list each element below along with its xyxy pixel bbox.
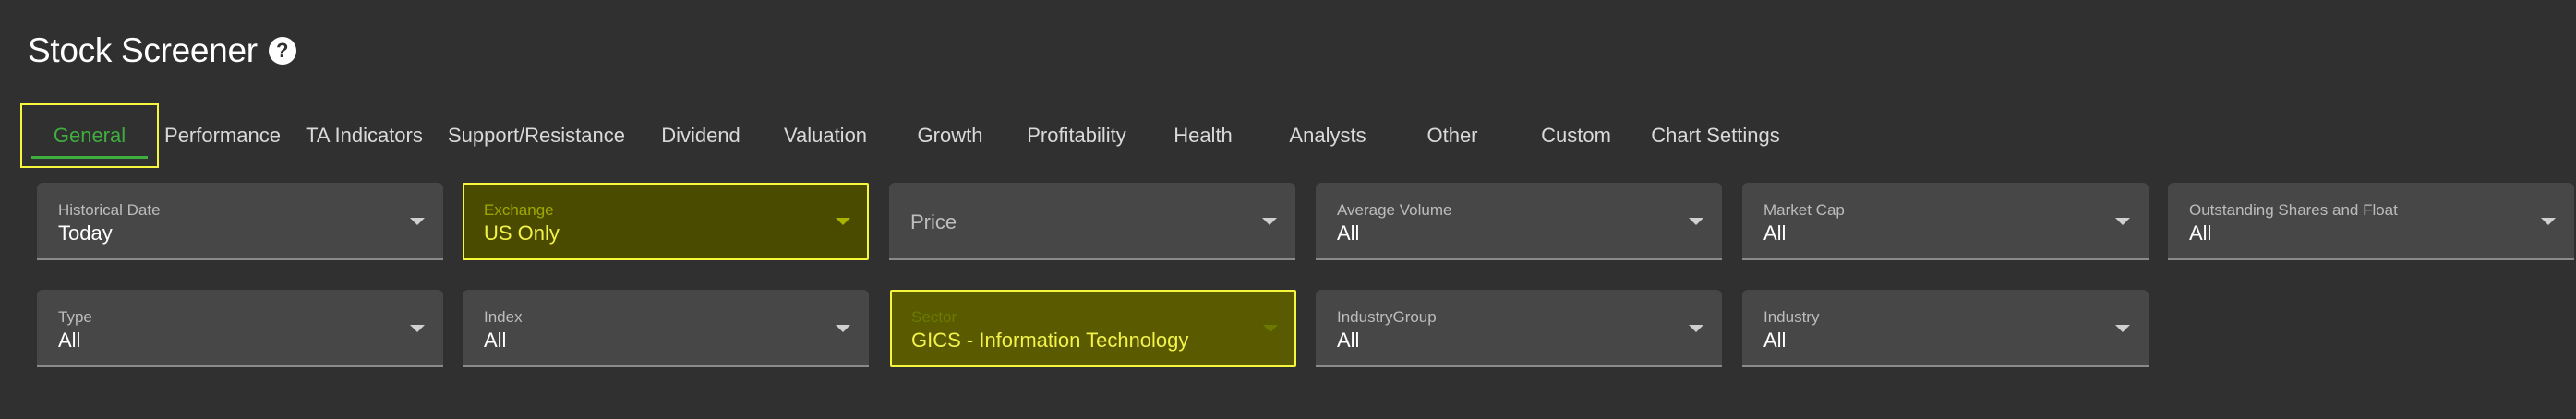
- tab-health[interactable]: Health: [1148, 103, 1258, 168]
- caret-down-icon: [2115, 325, 2130, 332]
- tab-support-resistance[interactable]: Support/Resistance: [444, 103, 629, 168]
- filter-label: Historical Date: [58, 201, 161, 219]
- caret-down-icon: [1262, 218, 1277, 225]
- industry-select[interactable]: Industry All: [1742, 290, 2149, 367]
- tab-label: Performance: [164, 124, 281, 147]
- tab-general[interactable]: General: [20, 103, 159, 168]
- filter-value: All: [484, 329, 507, 352]
- tab-chart-settings[interactable]: Chart Settings: [1643, 103, 1788, 168]
- tab-custom[interactable]: Custom: [1520, 103, 1632, 168]
- industry-group-select[interactable]: IndustryGroup All: [1316, 290, 1722, 367]
- caret-down-icon: [410, 218, 425, 225]
- filter-value: US Only: [484, 221, 560, 245]
- filter-label: Market Cap: [1763, 201, 1845, 219]
- active-tab-indicator: [31, 156, 148, 159]
- type-select[interactable]: Type All: [37, 290, 443, 367]
- filter-label: Type: [58, 308, 92, 326]
- tab-label: Support/Resistance: [448, 124, 625, 147]
- caret-down-icon: [1689, 325, 1703, 332]
- tab-label: Analysts: [1289, 124, 1366, 147]
- caret-down-icon: [1689, 218, 1703, 225]
- filter-label: Sector: [911, 308, 957, 326]
- filter-value: All: [1337, 221, 1360, 245]
- average-volume-select[interactable]: Average Volume All: [1316, 183, 1722, 260]
- tab-label: Profitability: [1027, 124, 1126, 147]
- filter-label: Average Volume: [1337, 201, 1452, 219]
- tab-label: Health: [1174, 124, 1233, 147]
- tab-label: Growth: [917, 124, 983, 147]
- tab-other[interactable]: Other: [1396, 103, 1509, 168]
- outstanding-shares-float-select[interactable]: Outstanding Shares and Float All: [2168, 183, 2574, 260]
- filter-value: GICS - Information Technology: [911, 329, 1189, 352]
- filter-value: All: [1337, 329, 1360, 352]
- caret-down-icon: [2115, 218, 2130, 225]
- help-icon[interactable]: ?: [268, 37, 296, 65]
- tab-growth[interactable]: Growth: [894, 103, 1006, 168]
- filter-value: All: [1763, 329, 1787, 352]
- filter-value: All: [2189, 221, 2212, 245]
- tab-bar: General Performance TA Indicators Suppor…: [0, 103, 2576, 168]
- filter-label: Industry: [1763, 308, 1820, 326]
- price-select[interactable]: Price: [889, 183, 1295, 260]
- page-title: Stock Screener: [28, 31, 258, 69]
- tab-label: General: [53, 124, 126, 147]
- filter-value: All: [1763, 221, 1787, 245]
- market-cap-select[interactable]: Market Cap All: [1742, 183, 2149, 260]
- caret-down-icon: [410, 325, 425, 332]
- tab-label: Dividend: [661, 124, 740, 147]
- tab-label: Valuation: [783, 124, 868, 147]
- tab-label: Custom: [1541, 124, 1611, 147]
- caret-down-icon: [836, 218, 850, 225]
- tab-profitability[interactable]: Profitability: [1016, 103, 1138, 168]
- caret-down-icon: [836, 325, 850, 332]
- tab-label: Chart Settings: [1651, 124, 1780, 147]
- sector-select[interactable]: Sector GICS - Information Technology: [890, 290, 1296, 367]
- tab-label: TA Indicators: [306, 124, 423, 147]
- tab-valuation[interactable]: Valuation: [770, 103, 881, 168]
- filter-label: IndustryGroup: [1337, 308, 1437, 326]
- filter-label: Outstanding Shares and Float: [2189, 201, 2398, 219]
- tab-analysts[interactable]: Analysts: [1271, 103, 1384, 168]
- filter-label: Exchange: [484, 201, 554, 219]
- filter-value: All: [58, 329, 81, 352]
- header: Stock Screener ?: [28, 28, 296, 74]
- historical-date-select[interactable]: Historical Date Today: [37, 183, 443, 260]
- exchange-select[interactable]: Exchange US Only: [463, 183, 869, 260]
- tab-label: Other: [1426, 124, 1478, 147]
- caret-down-icon: [2541, 218, 2556, 225]
- tab-performance[interactable]: Performance: [163, 103, 283, 168]
- tab-dividend[interactable]: Dividend: [646, 103, 755, 168]
- caret-down-icon: [1263, 325, 1278, 332]
- filter-label: Index: [484, 308, 523, 326]
- tab-ta-indicators[interactable]: TA Indicators: [297, 103, 431, 168]
- filter-placeholder: Price: [910, 210, 957, 233]
- index-select[interactable]: Index All: [463, 290, 869, 367]
- filter-value: Today: [58, 221, 113, 245]
